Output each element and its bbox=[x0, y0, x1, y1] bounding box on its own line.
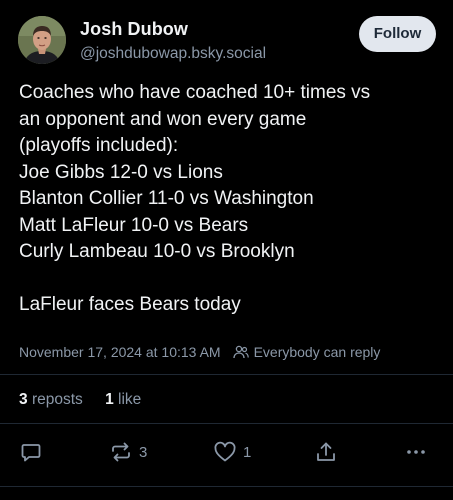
reply-setting-label: Everybody can reply bbox=[253, 344, 381, 360]
post-stats: 3 reposts 1 like bbox=[19, 391, 159, 409]
post-text-line: an opponent and won every game bbox=[19, 108, 307, 130]
repost-icon bbox=[112, 442, 130, 462]
reposts-stat[interactable]: 3 reposts bbox=[19, 391, 87, 408]
share-icon bbox=[317, 442, 335, 461]
heart-icon bbox=[214, 441, 236, 462]
reply-setting[interactable]: Everybody can reply bbox=[232, 344, 381, 360]
post-text-line: Blanton Collier 11-0 vs Washington bbox=[19, 188, 314, 209]
reply-icon bbox=[21, 444, 41, 462]
divider bbox=[0, 486, 453, 487]
reply-button[interactable] bbox=[20, 437, 42, 467]
post-meta: November 17, 2024 at 10:13 AM Everybody … bbox=[19, 344, 380, 360]
reposts-label: reposts bbox=[31, 391, 83, 408]
post-timestamp[interactable]: November 17, 2024 at 10:13 AM bbox=[19, 344, 221, 360]
avatar[interactable] bbox=[18, 16, 66, 64]
post-card: Josh Dubow @joshdubowap.bsky.social Foll… bbox=[0, 0, 453, 500]
likes-label: like bbox=[118, 391, 142, 408]
repost-count: 3 bbox=[139, 443, 148, 461]
post-text-line: Curly Lambeau 10-0 vs Brooklyn bbox=[19, 241, 295, 262]
post-text-line: Coaches who have coached 10+ times vs bbox=[19, 82, 371, 103]
people-icon bbox=[232, 345, 249, 359]
author-name[interactable]: Josh Dubow bbox=[80, 19, 188, 40]
more-icon bbox=[407, 450, 425, 454]
post-text-blank-line bbox=[19, 266, 444, 293]
post-text-line: Joe Gibbs 12-0 vs Lions bbox=[19, 161, 223, 183]
post-text-line: LaFleur faces Bears today bbox=[19, 294, 241, 315]
reposts-count: 3 bbox=[19, 391, 28, 408]
like-count: 1 bbox=[243, 443, 252, 461]
author-handle[interactable]: @joshdubowap.bsky.social bbox=[80, 45, 266, 63]
divider bbox=[0, 374, 453, 375]
post-text-line: Matt LaFleur 10-0 vs Bears bbox=[19, 214, 249, 236]
more-options-button[interactable] bbox=[405, 437, 427, 467]
action-bar: 3 1 bbox=[0, 437, 453, 467]
post-text-line: (playoffs included): bbox=[19, 135, 179, 156]
follow-button[interactable]: Follow bbox=[359, 16, 436, 52]
repost-button[interactable]: 3 bbox=[109, 437, 147, 467]
like-button[interactable]: 1 bbox=[213, 437, 251, 467]
post-text: Coaches who have coached 10+ times vs an… bbox=[19, 80, 444, 319]
divider bbox=[0, 423, 453, 424]
avatar-image bbox=[18, 16, 66, 64]
share-button[interactable] bbox=[314, 437, 338, 467]
likes-stat[interactable]: 1 like bbox=[105, 391, 141, 408]
likes-count: 1 bbox=[105, 391, 114, 408]
